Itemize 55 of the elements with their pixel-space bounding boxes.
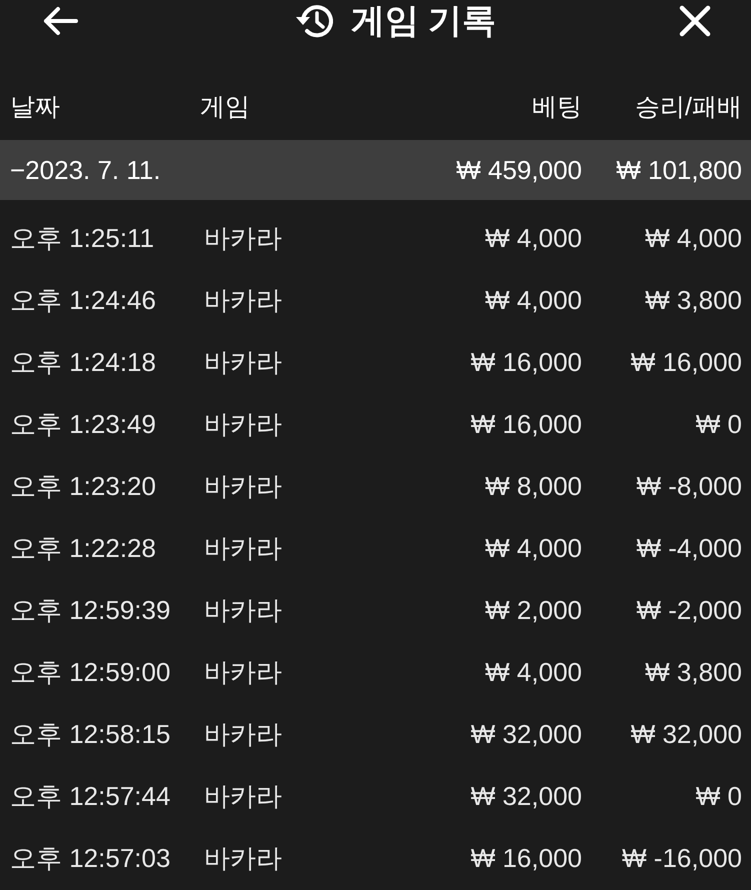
game-column-header: 게임 xyxy=(200,92,251,122)
bet-cell-text: ₩ 32,000 xyxy=(470,718,582,750)
result-cell-text: ₩ 4,000 xyxy=(644,222,742,254)
total-result: ₩ 101,800 xyxy=(615,154,742,186)
bet-cell-text: ₩ 4,000 xyxy=(484,222,582,254)
time-cell-text: 오후 12:59:00 xyxy=(10,656,172,688)
time-cell-text: 오후 12:57:44 xyxy=(10,780,172,812)
game-cell-text: 바카라 xyxy=(203,284,283,316)
result-cell-text: ₩ 16,000 xyxy=(630,346,742,378)
time-cell-text: 오후 1:25:11 xyxy=(10,222,156,254)
result-cell-text: ₩ 32,000 xyxy=(630,718,742,750)
time-cell-text: 오후 1:22:28 xyxy=(10,532,157,564)
bet-cell-text: ₩ 4,000 xyxy=(484,656,582,688)
bet-cell-text: ₩ 4,000 xyxy=(484,284,582,316)
result-cell-text: ₩ 3,800 xyxy=(644,284,742,316)
bet-column-header: 베팅 xyxy=(531,92,582,122)
game-cell-text: 바카라 xyxy=(203,718,283,750)
result-cell-text: ₩ 0 xyxy=(694,408,742,440)
game-cell-text: 바카라 xyxy=(203,222,283,254)
bet-cell-text: ₩ 2,000 xyxy=(484,594,582,626)
time-cell-text: 오후 1:24:18 xyxy=(10,346,157,378)
time-cell-text: 오후 12:57:03 xyxy=(10,842,172,874)
game-cell-text: 바카라 xyxy=(203,656,283,688)
time-cell-text: 오후 1:23:49 xyxy=(10,408,157,440)
back-arrow-icon xyxy=(42,6,78,36)
bet-cell-text: ₩ 4,000 xyxy=(484,532,582,564)
game-cell-text: 바카라 xyxy=(203,780,283,812)
bet-cell-text: ₩ 8,000 xyxy=(484,470,582,502)
result-cell-text: ₩ -2,000 xyxy=(636,594,742,626)
bet-cell-text: ₩ 32,000 xyxy=(470,780,582,812)
date-column-header: 날짜 xyxy=(10,92,61,122)
time-cell-text: 오후 1:23:20 xyxy=(10,470,157,502)
result-column-header: 승리/패배 xyxy=(634,92,742,122)
game-cell-text: 바카라 xyxy=(203,408,283,440)
result-cell-text: ₩ 3,800 xyxy=(644,656,742,688)
total-bet: ₩ 459,000 xyxy=(455,154,582,186)
history-icon xyxy=(294,4,333,38)
time-cell-text: 오후 12:59:39 xyxy=(10,594,172,626)
bet-cell-text: ₩ 16,000 xyxy=(470,408,582,440)
result-cell-text: ₩ -8,000 xyxy=(636,470,742,502)
result-cell-text: ₩ -16,000 xyxy=(621,842,742,874)
time-cell-text: 오후 12:58:15 xyxy=(10,718,172,750)
bet-cell-text: ₩ 16,000 xyxy=(470,346,582,378)
time-cell-text: 오후 1:24:46 xyxy=(10,284,157,316)
game-cell-text: 바카라 xyxy=(203,346,283,378)
result-cell-text: ₩ 0 xyxy=(694,780,742,812)
result-cell-text: ₩ -4,000 xyxy=(636,532,742,564)
game-cell-text: 바카라 xyxy=(203,594,283,626)
window-title: 게임 기록 xyxy=(350,1,496,41)
game-cell-text: 바카라 xyxy=(203,532,283,564)
bet-cell-text: ₩ 16,000 xyxy=(470,842,582,874)
game-cell-text: 바카라 xyxy=(203,842,283,874)
close-icon xyxy=(678,5,711,37)
game-cell-text: 바카라 xyxy=(203,470,283,502)
group-date: −2023. 7. 11. xyxy=(10,154,162,186)
